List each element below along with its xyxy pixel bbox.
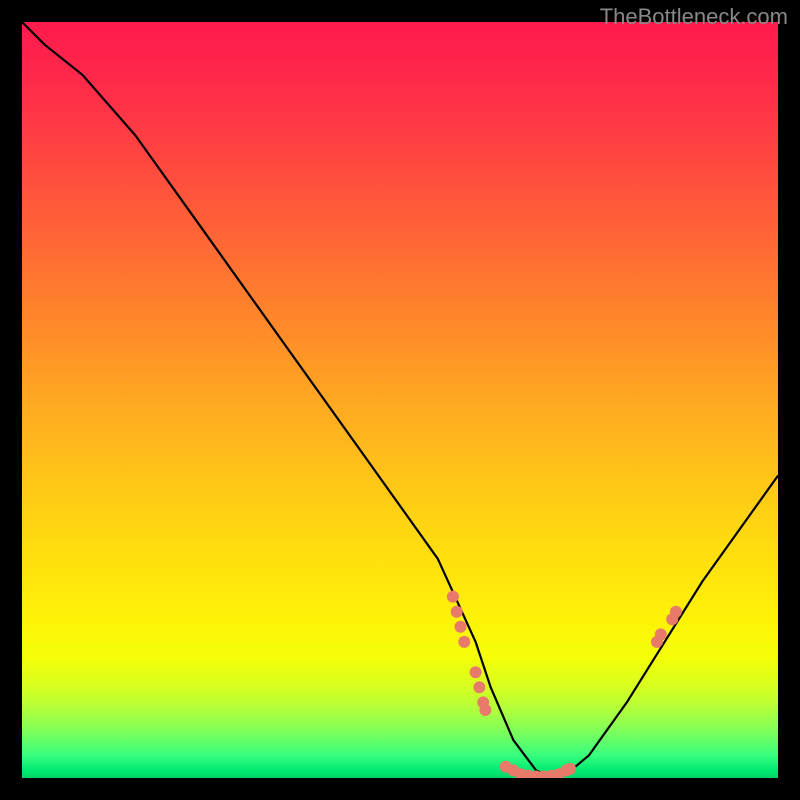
bottleneck-curve-line	[22, 22, 778, 778]
marker-dot	[655, 628, 667, 640]
watermark-text: TheBottleneck.com	[600, 4, 788, 30]
chart-plot-area	[22, 22, 778, 778]
marker-dots-group	[447, 591, 682, 778]
marker-dot	[564, 763, 576, 775]
marker-dot	[455, 621, 467, 633]
marker-dot	[447, 591, 459, 603]
curve-path-group	[22, 22, 778, 778]
marker-dot	[458, 636, 470, 648]
marker-dot	[670, 606, 682, 618]
marker-dot	[470, 666, 482, 678]
marker-dot	[451, 606, 463, 618]
chart-svg	[22, 22, 778, 778]
marker-dot	[473, 681, 485, 693]
marker-dot	[479, 704, 491, 716]
